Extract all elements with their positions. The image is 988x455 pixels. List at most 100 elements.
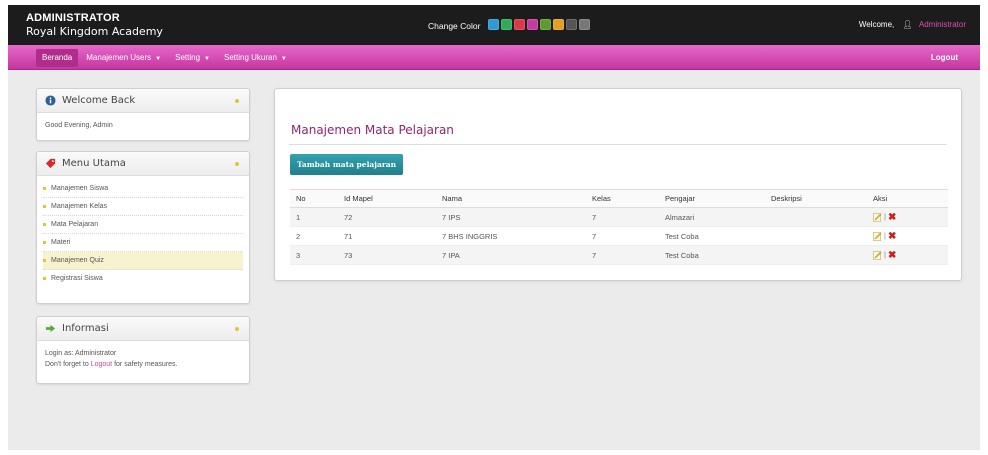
chevron-down-icon: ▼ bbox=[204, 55, 210, 62]
nav-item-label: Manajemen Users bbox=[86, 52, 152, 62]
logout-reminder-prefix: Don't forget to bbox=[45, 361, 89, 368]
nav-item-label: Beranda bbox=[42, 52, 73, 62]
color-swatch[interactable] bbox=[553, 19, 565, 30]
welcome-text: Good Evening, Admin bbox=[45, 122, 113, 129]
action-separator: | bbox=[884, 230, 886, 240]
color-swatch[interactable] bbox=[488, 19, 500, 30]
action-separator: | bbox=[884, 211, 886, 221]
color-swatch[interactable] bbox=[501, 19, 513, 30]
brand: ADMINISTRATOR Royal Kingdom Academy bbox=[26, 12, 163, 38]
nav-item-beranda[interactable]: Beranda bbox=[36, 48, 79, 67]
sidebar-item-label: Manajemen Siswa bbox=[51, 185, 109, 192]
info-panel-header: Informasi bbox=[37, 317, 249, 341]
cell-deskripsi bbox=[765, 245, 867, 265]
bullet-icon bbox=[43, 277, 46, 280]
cell-kelas[interactable]: 7 bbox=[586, 226, 659, 246]
logout-reminder-suffix: for safety measures. bbox=[114, 361, 178, 368]
cell-nama: 7 IPS bbox=[436, 207, 586, 227]
collapse-toggle-icon[interactable] bbox=[235, 327, 239, 331]
main-menu-header: Menu Utama bbox=[37, 152, 249, 176]
color-swatches bbox=[488, 19, 592, 32]
column-header[interactable]: Pengajar bbox=[659, 189, 765, 208]
nav-item-setting[interactable]: Setting ▼ bbox=[169, 49, 216, 67]
column-header[interactable]: Aksi bbox=[867, 189, 948, 208]
nav-menu: Beranda Manajemen Users ▼ Setting ▼ Setting U… bbox=[36, 45, 295, 70]
bullet-icon bbox=[43, 205, 46, 208]
sidebar-item-manajemen-quiz[interactable]: Manajemen Quiz bbox=[43, 252, 243, 270]
user-icon: 👤︎ bbox=[902, 20, 913, 29]
welcome-label: Welcome, bbox=[858, 20, 895, 29]
user-name-link[interactable]: Administrator bbox=[919, 20, 966, 29]
table-row: 2 71 7 BHS INGGRIS 7 Test Coba | ✖ bbox=[290, 226, 948, 246]
nav-item-label: Setting Ukuran bbox=[223, 52, 277, 62]
sidebar-item-label: Materi bbox=[51, 239, 71, 246]
column-header[interactable]: Kelas bbox=[586, 189, 659, 208]
info-icon bbox=[45, 95, 56, 106]
sidebar-item-registrasi-siswa[interactable]: Registrasi Siswa bbox=[43, 270, 243, 288]
table-row: 1 72 7 IPS 7 Almazari | ✖ bbox=[290, 207, 948, 227]
column-header[interactable]: Nama bbox=[436, 189, 586, 208]
sidebar-item-manajemen-kelas[interactable]: Manajemen Kelas bbox=[43, 198, 243, 216]
color-swatch[interactable] bbox=[579, 19, 591, 30]
color-swatch[interactable] bbox=[514, 19, 526, 30]
change-color-label: Change Color bbox=[428, 20, 481, 31]
chevron-down-icon: ▼ bbox=[155, 55, 162, 62]
cell-kelas[interactable]: 7 bbox=[586, 245, 659, 265]
nav-item-label: Setting bbox=[175, 52, 201, 62]
cell-deskripsi bbox=[765, 226, 867, 246]
cell-pengajar[interactable]: Test Coba bbox=[659, 245, 765, 265]
color-swatch[interactable] bbox=[566, 19, 578, 30]
welcome-panel-title: Welcome Back bbox=[62, 95, 136, 106]
column-header[interactable]: Id Mapel bbox=[338, 189, 436, 208]
sidebar-item-label: Manajemen Kelas bbox=[51, 203, 108, 210]
add-subject-button[interactable]: Tambah mata pelajaran bbox=[290, 154, 404, 175]
top-bar: ADMINISTRATOR Royal Kingdom Academy Chan… bbox=[8, 5, 980, 45]
cell-id-mapel: 72 bbox=[338, 207, 436, 227]
chevron-down-icon: ▼ bbox=[280, 55, 287, 62]
cell-no: 3 bbox=[290, 245, 338, 265]
sidebar-item-manajemen-siswa[interactable]: Manajemen Siswa bbox=[43, 180, 243, 198]
main-menu-panel: Menu Utama Manajemen Siswa Manajemen Kela… bbox=[36, 151, 250, 304]
edit-icon[interactable] bbox=[873, 212, 882, 222]
edit-icon[interactable] bbox=[873, 250, 882, 260]
logout-reminder-link[interactable]: Logout bbox=[91, 361, 112, 368]
edit-icon[interactable] bbox=[873, 231, 882, 241]
logout-link[interactable]: Logout bbox=[931, 53, 958, 62]
nav-item-setting-ukuran[interactable]: Setting Ukuran ▼ bbox=[218, 49, 293, 67]
table-row: 3 73 7 IPA 7 Test Coba | ✖ bbox=[290, 245, 948, 265]
info-panel-title: Informasi bbox=[62, 323, 109, 334]
login-as-text: Login as: Administrator bbox=[45, 350, 117, 357]
brand-role: ADMINISTRATOR bbox=[26, 12, 120, 24]
cell-pengajar[interactable]: Test Coba bbox=[659, 226, 765, 246]
bullet-icon bbox=[43, 241, 46, 244]
sidebar-item-label: Manajemen Quiz bbox=[51, 257, 104, 264]
collapse-toggle-icon[interactable] bbox=[235, 99, 239, 103]
sidebar-item-label: Mata Pelajaran bbox=[51, 221, 99, 228]
color-swatch[interactable] bbox=[527, 19, 539, 30]
color-swatch[interactable] bbox=[540, 19, 552, 30]
subjects-table: No Id Mapel Nama Kelas Pengajar Deskripsi Aksi… bbox=[290, 189, 948, 265]
collapse-toggle-icon[interactable] bbox=[235, 162, 239, 166]
page-title: Manajemen Mata Pelajaran bbox=[291, 123, 454, 137]
cell-aksi: | ✖ bbox=[867, 207, 948, 227]
table-body: 1 72 7 IPS 7 Almazari | ✖ 2 71 7 BHS INGGRIS 7 Test… bbox=[290, 207, 948, 265]
subject-management-panel: Manajemen Mata Pelajaran Tambah mata pel… bbox=[274, 88, 962, 281]
cell-kelas[interactable]: 7 bbox=[586, 207, 659, 227]
change-color-picker: Change Color bbox=[428, 19, 592, 32]
column-header[interactable]: No bbox=[290, 189, 338, 208]
logout-reminder: Don't forget to Logout for safety measur… bbox=[45, 359, 241, 370]
bullet-icon bbox=[43, 259, 46, 262]
info-panel: Informasi Login as: Administrator Don't … bbox=[36, 316, 250, 384]
cell-aksi: | ✖ bbox=[867, 245, 948, 265]
bullet-icon bbox=[43, 187, 46, 190]
delete-icon[interactable]: ✖ bbox=[888, 250, 896, 261]
table-header-row: No Id Mapel Nama Kelas Pengajar Deskripsi Aksi bbox=[290, 189, 948, 208]
delete-icon[interactable]: ✖ bbox=[888, 231, 896, 242]
welcome-area: Welcome, 👤︎ Administrator bbox=[859, 20, 966, 29]
sidebar-item-materi[interactable]: Materi bbox=[43, 234, 243, 252]
cell-pengajar[interactable]: Almazari bbox=[659, 207, 765, 227]
sidebar-item-mata-pelajaran[interactable]: Mata Pelajaran bbox=[43, 216, 243, 234]
column-header[interactable]: Deskripsi bbox=[765, 189, 867, 208]
delete-icon[interactable]: ✖ bbox=[888, 212, 896, 223]
nav-item-manajemen-users[interactable]: Manajemen Users ▼ bbox=[80, 49, 167, 67]
